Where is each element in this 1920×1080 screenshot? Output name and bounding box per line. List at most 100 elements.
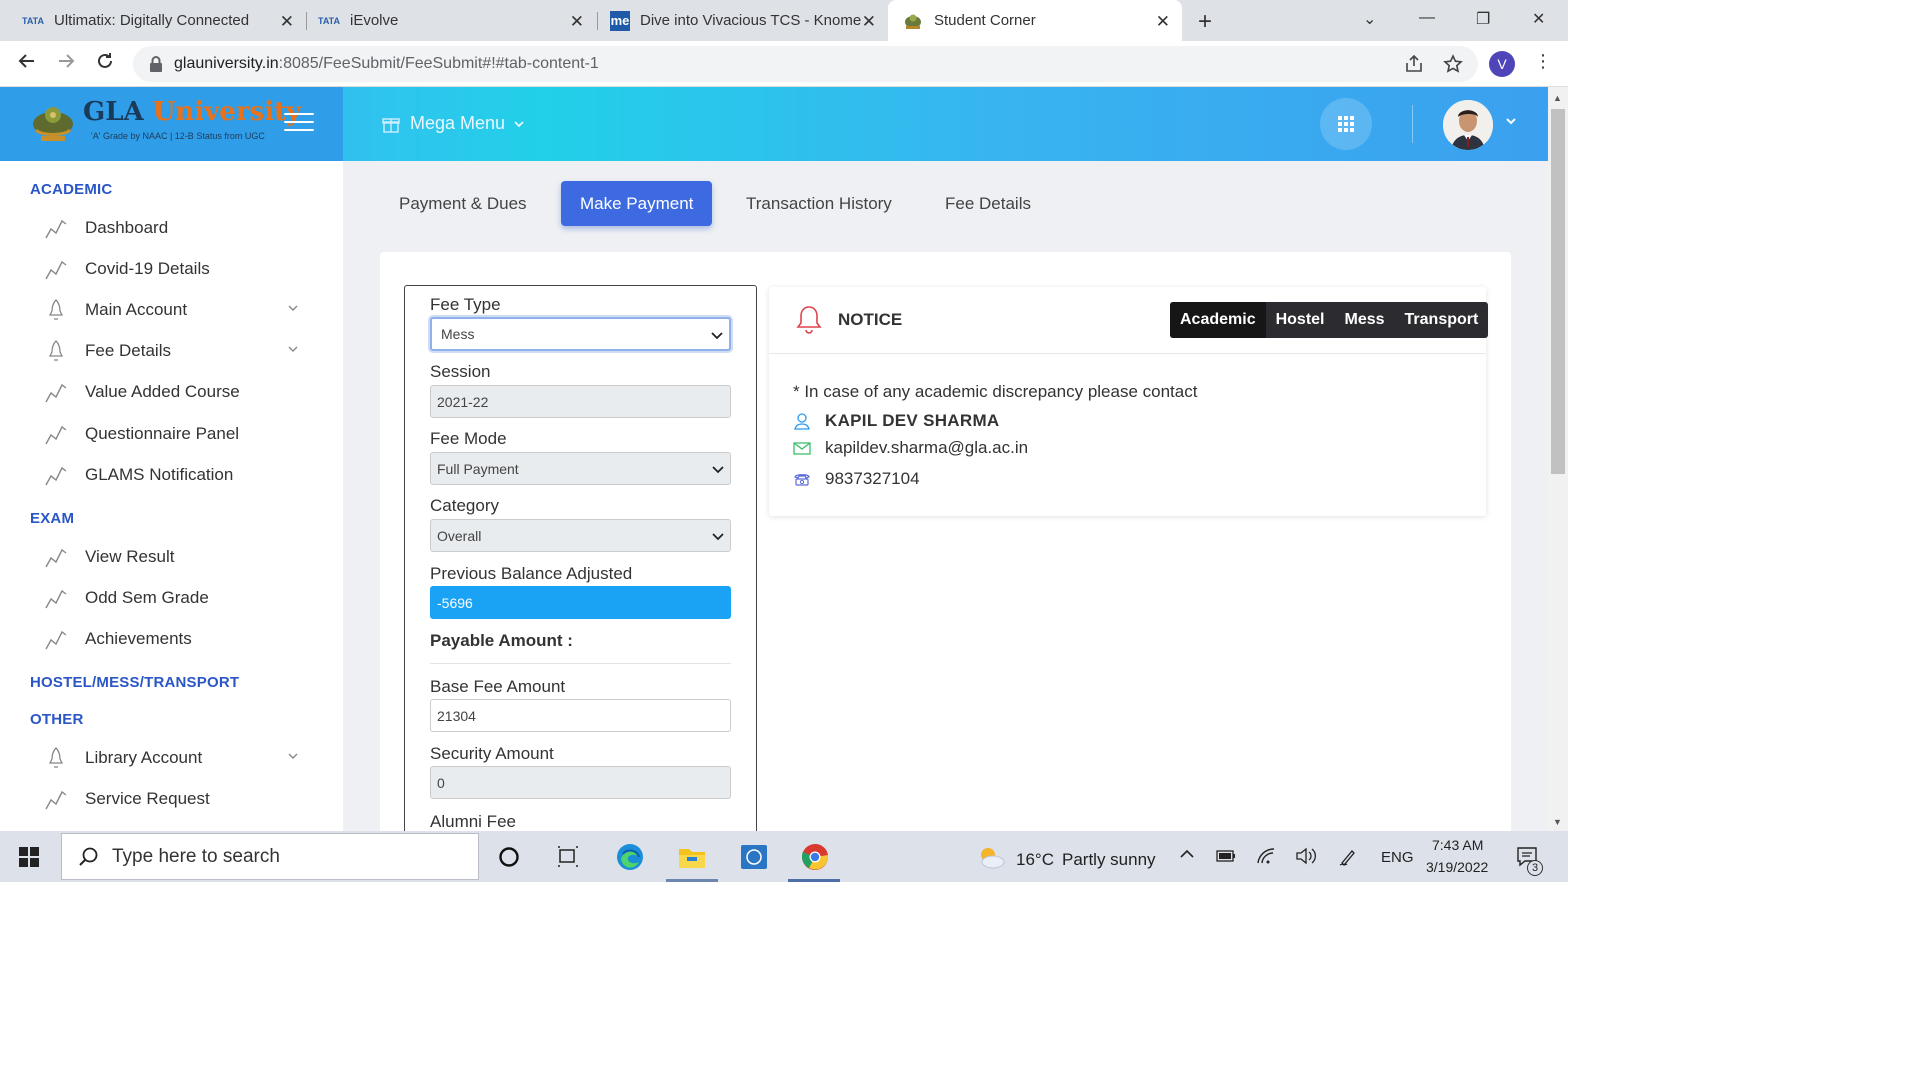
chevron-down-icon bbox=[712, 466, 724, 474]
fee-type-select[interactable]: Mess bbox=[430, 317, 731, 351]
volume-icon[interactable] bbox=[1295, 847, 1317, 865]
browser-tab-knome[interactable]: me Dive into Vivacious TCS - Knome ✕ bbox=[588, 0, 888, 41]
logo-title[interactable]: GLA University bbox=[83, 97, 301, 127]
category-select[interactable]: Overall bbox=[430, 519, 731, 552]
sidebar-item-fee-details[interactable]: Fee Details bbox=[44, 336, 314, 366]
forward-icon[interactable] bbox=[56, 51, 76, 71]
contact-email[interactable]: kapildev.sharma@gla.ac.in bbox=[825, 438, 1028, 458]
minimize-icon[interactable]: — bbox=[1419, 9, 1435, 27]
browser-tab-student-corner[interactable]: Student Corner ✕ bbox=[888, 0, 1182, 41]
scroll-down-icon[interactable]: ▼ bbox=[1553, 817, 1562, 827]
browser-tab-ultimatix[interactable]: TATA Ultimatix: Digitally Connected ✕ bbox=[0, 0, 306, 41]
sidebar-item-glams-notification[interactable]: GLAMS Notification bbox=[44, 460, 314, 490]
taskbar-search-input[interactable]: Type here to search bbox=[61, 833, 479, 880]
sidebar-item-library-account[interactable]: Library Account bbox=[44, 743, 314, 773]
close-tab-icon[interactable]: ✕ bbox=[570, 12, 584, 32]
profile-avatar[interactable]: V bbox=[1489, 51, 1515, 77]
pen-icon[interactable] bbox=[1338, 847, 1358, 867]
section-exam: EXAM bbox=[30, 510, 75, 527]
url-input[interactable]: glauniversity.in:8085/FeeSubmit/FeeSubmi… bbox=[133, 46, 1478, 82]
notice-mess-button[interactable]: Mess bbox=[1335, 302, 1395, 338]
avatar-chevron-icon[interactable] bbox=[1505, 115, 1517, 127]
user-avatar[interactable] bbox=[1443, 100, 1493, 150]
browser-tab-ievolve[interactable]: TATA iEvolve ✕ bbox=[296, 0, 596, 41]
fee-mode-select[interactable]: Full Payment bbox=[430, 452, 731, 485]
sidebar-item-main-account[interactable]: Main Account bbox=[44, 295, 314, 325]
notice-transport-button[interactable]: Transport bbox=[1395, 302, 1489, 338]
weather-text[interactable]: Partly sunny bbox=[1062, 850, 1156, 870]
close-tab-icon[interactable]: ✕ bbox=[1156, 12, 1170, 32]
clock-time[interactable]: 7:43 AM bbox=[1432, 837, 1483, 853]
task-view-icon[interactable] bbox=[553, 842, 583, 872]
battery-icon[interactable] bbox=[1216, 850, 1236, 862]
chevron-down-icon[interactable] bbox=[286, 749, 300, 763]
close-tab-icon[interactable]: ✕ bbox=[862, 12, 876, 32]
back-icon[interactable] bbox=[17, 51, 37, 71]
notice-panel: NOTICE Academic Hostel Mess Transport * … bbox=[769, 287, 1489, 516]
sidebar-item-label: Service Request bbox=[85, 789, 210, 808]
sidebar-item-view-result[interactable]: View Result bbox=[44, 542, 314, 572]
session-field[interactable]: 2021-22 bbox=[430, 385, 731, 418]
notice-hostel-button[interactable]: Hostel bbox=[1266, 302, 1335, 338]
tab-fee-details[interactable]: Fee Details bbox=[945, 181, 1031, 226]
chevron-down-icon[interactable] bbox=[286, 342, 300, 356]
tab-search-icon[interactable]: ⌄ bbox=[1363, 9, 1376, 29]
sidebar-item-label: View Result bbox=[85, 547, 175, 566]
bell-icon bbox=[796, 306, 822, 334]
section-hostel-mess-transport[interactable]: HOSTEL/MESS/TRANSPORT bbox=[30, 674, 239, 691]
sidebar-item-questionnaire[interactable]: Questionnaire Panel bbox=[44, 419, 314, 449]
university-emblem-icon[interactable] bbox=[30, 100, 76, 144]
chevron-down-icon bbox=[514, 120, 524, 127]
language-indicator[interactable]: ENG bbox=[1381, 849, 1414, 866]
search-icon bbox=[79, 847, 98, 866]
weather-temperature[interactable]: 16°C bbox=[1016, 850, 1054, 870]
sidebar-item-value-added-course[interactable]: Value Added Course bbox=[44, 377, 314, 407]
bookmark-star-icon[interactable] bbox=[1443, 54, 1463, 74]
tab-make-payment[interactable]: Make Payment bbox=[561, 181, 713, 226]
chevron-down-icon[interactable] bbox=[286, 301, 300, 315]
sidebar-item-service-request[interactable]: Service Request bbox=[44, 784, 314, 814]
file-explorer-icon[interactable] bbox=[677, 842, 707, 872]
apps-grid-button[interactable] bbox=[1320, 98, 1372, 150]
windows-start-icon[interactable] bbox=[14, 842, 44, 872]
dell-app-icon[interactable] bbox=[739, 842, 769, 872]
chart-line-icon bbox=[45, 425, 67, 445]
sidebar-item-achievements[interactable]: Achievements bbox=[44, 624, 314, 654]
close-tab-icon[interactable]: ✕ bbox=[280, 12, 294, 32]
mega-menu-button[interactable]: Mega Menu bbox=[382, 113, 525, 134]
reload-icon[interactable] bbox=[95, 51, 115, 71]
new-tab-button[interactable]: + bbox=[1198, 8, 1212, 36]
sidebar-item-dashboard[interactable]: Dashboard bbox=[44, 213, 314, 243]
tab-payment-dues[interactable]: Payment & Dues bbox=[399, 181, 527, 226]
wifi-icon[interactable] bbox=[1256, 847, 1276, 865]
chrome-browser-icon[interactable] bbox=[800, 842, 830, 872]
sidebar-item-covid[interactable]: Covid-19 Details bbox=[44, 254, 314, 284]
contact-phone[interactable]: 9837327104 bbox=[825, 469, 920, 489]
close-window-icon[interactable]: ✕ bbox=[1532, 9, 1545, 29]
sidebar-item-odd-sem-grade[interactable]: Odd Sem Grade bbox=[44, 583, 314, 613]
security-amount-label: Security Amount bbox=[430, 744, 554, 763]
notice-academic-button[interactable]: Academic bbox=[1170, 302, 1266, 338]
base-fee-field[interactable]: 21304 bbox=[430, 699, 731, 732]
restore-icon[interactable]: ❐ bbox=[1476, 9, 1490, 29]
page-scrollbar[interactable]: ▲ ▼ bbox=[1548, 87, 1568, 831]
category-value: Overall bbox=[437, 527, 482, 544]
show-hidden-icons-icon[interactable] bbox=[1179, 846, 1195, 862]
tab-transaction-history[interactable]: Transaction History bbox=[746, 181, 892, 226]
cortana-icon[interactable] bbox=[494, 842, 524, 872]
security-amount-field[interactable]: 0 bbox=[430, 766, 731, 799]
hamburger-menu-icon[interactable] bbox=[284, 113, 314, 135]
lock-icon[interactable] bbox=[149, 56, 163, 72]
payment-card: Fee Type Mess Session 2021-22 Fee Mode F… bbox=[380, 252, 1511, 831]
chart-line-icon bbox=[45, 630, 67, 650]
logo-subtitle: 'A' Grade by NAAC | 12-B Status from UGC bbox=[91, 131, 265, 141]
previous-balance-value: -5696 bbox=[437, 594, 473, 611]
weather-partly-sunny-icon[interactable] bbox=[976, 842, 1006, 872]
share-icon[interactable] bbox=[1404, 54, 1424, 74]
scroll-up-icon[interactable]: ▲ bbox=[1553, 93, 1562, 103]
edge-browser-icon[interactable] bbox=[615, 842, 645, 872]
previous-balance-field[interactable]: -5696 bbox=[430, 586, 731, 619]
clock-date[interactable]: 3/19/2022 bbox=[1426, 859, 1488, 875]
browser-menu-icon[interactable]: ⋮ bbox=[1534, 51, 1552, 72]
scroll-thumb[interactable] bbox=[1551, 109, 1565, 474]
